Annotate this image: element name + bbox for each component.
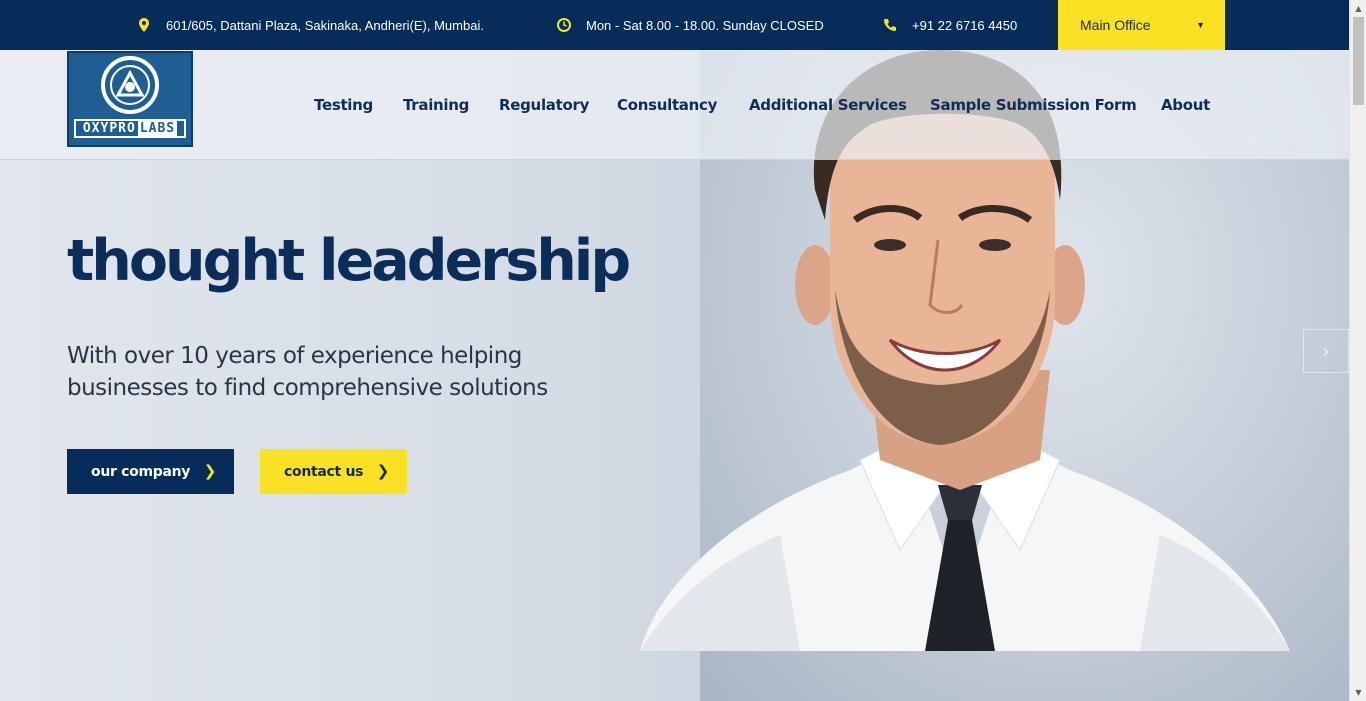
- hero-headline: thought leadership: [67, 228, 631, 294]
- office-select-value: Main Office: [1080, 17, 1151, 33]
- contact-us-label: contact us: [284, 463, 364, 480]
- scroll-down-arrow-icon[interactable]: ▼: [1350, 684, 1366, 701]
- slider-next-button[interactable]: ›: [1303, 329, 1349, 373]
- phone-icon: [882, 17, 898, 33]
- nav-item-regulatory[interactable]: Regulatory: [499, 96, 589, 114]
- logo-text-left: OXYPRO: [82, 121, 136, 136]
- nav-item-testing[interactable]: Testing: [314, 96, 373, 114]
- address-info: 601/605, Dattani Plaza, Sakinaka, Andher…: [136, 0, 484, 50]
- nav-item-about[interactable]: About: [1161, 96, 1210, 114]
- office-select[interactable]: Main Office ▼: [1058, 0, 1225, 50]
- phone-text[interactable]: +91 22 6716 4450: [912, 18, 1017, 33]
- clock-icon: [556, 17, 572, 33]
- contact-us-button[interactable]: contact us ❯: [260, 449, 407, 494]
- chevron-right-icon: ❯: [376, 462, 390, 480]
- hero-subline: With over 10 years of experience helping…: [67, 343, 548, 401]
- chevron-right-icon: ›: [1322, 339, 1330, 363]
- hours-text: Mon - Sat 8.00 - 18.00. Sunday CLOSED: [586, 17, 824, 33]
- page-scrollbar[interactable]: ▲ ▼: [1349, 0, 1366, 701]
- site-logo[interactable]: OXYPRO LABS: [67, 51, 193, 147]
- nav-item-additional-services[interactable]: Additional Services: [749, 96, 907, 114]
- nav-item-consultancy[interactable]: Consultancy: [617, 96, 717, 114]
- logo-text-right: LABS: [137, 121, 178, 136]
- nav-item-sample-submission-form[interactable]: Sample Submission Form: [930, 96, 1137, 114]
- chevron-right-icon: ❯: [203, 462, 217, 480]
- address-text: 601/605, Dattani Plaza, Sakinaka, Andher…: [166, 17, 484, 33]
- map-pin-icon: [136, 17, 152, 33]
- hours-info: Mon - Sat 8.00 - 18.00. Sunday CLOSED: [556, 0, 824, 50]
- caret-down-icon: ▼: [1196, 20, 1205, 30]
- our-company-button[interactable]: our company ❯: [67, 449, 234, 494]
- logo-wordmark: OXYPRO LABS: [74, 119, 186, 138]
- nav-item-training[interactable]: Training: [403, 96, 469, 114]
- scroll-up-arrow-icon[interactable]: ▲: [1350, 0, 1366, 17]
- scrollbar-thumb[interactable]: [1353, 17, 1364, 105]
- our-company-label: our company: [91, 463, 191, 480]
- phone-info: +91 22 6716 4450: [882, 0, 1017, 50]
- logo-emblem-icon: [101, 56, 159, 114]
